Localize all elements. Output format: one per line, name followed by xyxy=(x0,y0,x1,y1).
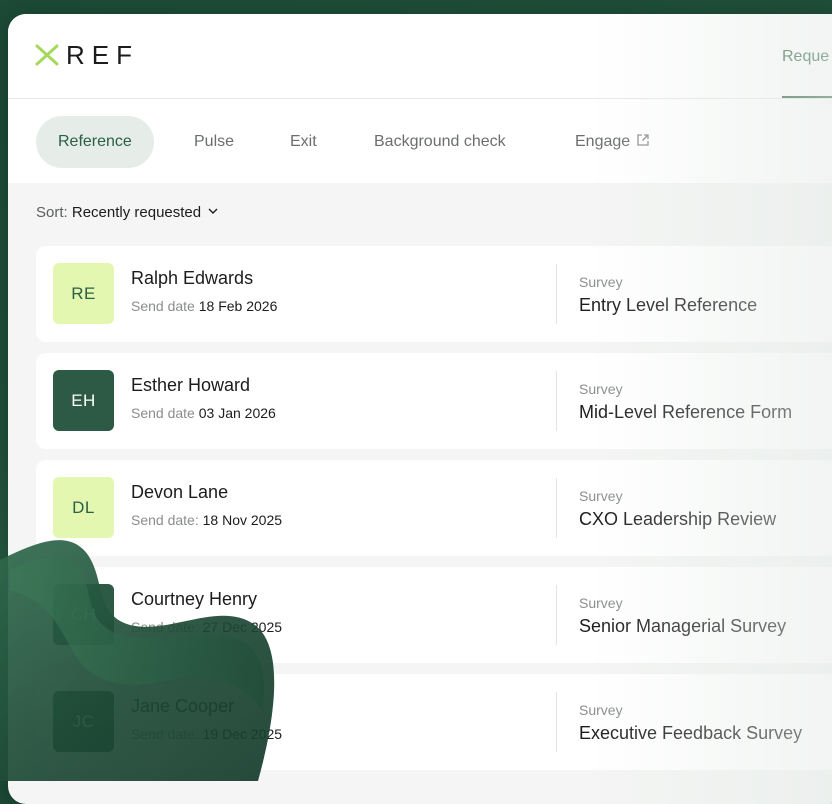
row-divider xyxy=(556,264,557,324)
row-divider xyxy=(556,371,557,431)
avatar: RE xyxy=(53,263,114,324)
list-item[interactable]: EH Esther Howard Send date 03 Jan 2026 S… xyxy=(36,353,832,449)
recipient-name: Devon Lane xyxy=(131,482,229,502)
chevron-down-icon xyxy=(208,208,218,214)
send-date: Send date 18 Feb 2026 xyxy=(131,298,278,314)
list-item[interactable]: JC Jane Cooper Send date: 19 Dec 2025 Su… xyxy=(36,674,832,770)
app-window: REF Reque Reference Pulse Exit Backgroun… xyxy=(8,14,832,804)
tab-exit[interactable]: Exit xyxy=(268,116,339,168)
tab-engage[interactable]: Engage xyxy=(553,116,672,168)
xref-logo-mark-icon xyxy=(35,44,59,66)
survey-name: CXO Leadership Review xyxy=(579,509,777,529)
send-date: Send date: 27 Dec 2025 xyxy=(131,619,283,635)
external-link-icon xyxy=(637,134,649,146)
product-tabs: Reference Pulse Exit Background check En… xyxy=(8,99,832,183)
sort-label: Sort: xyxy=(36,204,68,221)
tab-reference[interactable]: Reference xyxy=(36,116,154,168)
app-header: REF Reque xyxy=(8,14,832,99)
survey-name: Executive Feedback Survey xyxy=(579,723,803,743)
list-item[interactable]: DL Devon Lane Send date: 18 Nov 2025 Sur… xyxy=(36,460,832,556)
sort-value: Recently requested xyxy=(71,204,202,221)
recipient-name: Esther Howard xyxy=(131,375,251,395)
survey-label: Survey xyxy=(579,381,623,397)
send-date: Send date: 19 Dec 2025 xyxy=(131,726,283,742)
list-item[interactable]: RE Ralph Edwards Send date 18 Feb 2026 S… xyxy=(36,246,832,342)
row-divider xyxy=(556,478,557,538)
avatar: JC xyxy=(53,691,114,752)
list-item[interactable]: CH Courtney Henry Send date: 27 Dec 2025… xyxy=(36,567,832,663)
logo-text: REF xyxy=(66,40,139,70)
recipient-name: Courtney Henry xyxy=(131,589,258,609)
recipient-name: Jane Cooper xyxy=(131,696,235,716)
send-date: Send date: 18 Nov 2025 xyxy=(131,512,283,528)
send-date: Send date 03 Jan 2026 xyxy=(131,405,276,421)
recipient-name: Ralph Edwards xyxy=(131,268,254,288)
row-divider xyxy=(556,585,557,645)
survey-label: Survey xyxy=(579,488,623,504)
survey-label: Survey xyxy=(579,595,623,611)
sort-control[interactable]: Sort: Recently requested xyxy=(36,204,219,221)
avatar: CH xyxy=(53,584,114,645)
tab-background-check[interactable]: Background check xyxy=(352,116,528,168)
survey-label: Survey xyxy=(579,702,623,718)
avatar: DL xyxy=(53,477,114,538)
top-nav-active-indicator xyxy=(782,96,832,98)
row-divider xyxy=(556,692,557,752)
survey-name: Senior Managerial Survey xyxy=(579,616,787,636)
top-nav-requests[interactable]: Reque xyxy=(782,48,829,66)
logo[interactable]: REF xyxy=(34,42,139,68)
survey-name: Entry Level Reference xyxy=(579,295,758,315)
survey-name: Mid-Level Reference Form xyxy=(579,402,793,422)
tab-pulse[interactable]: Pulse xyxy=(172,116,256,168)
survey-label: Survey xyxy=(579,274,623,290)
avatar: EH xyxy=(53,370,114,431)
